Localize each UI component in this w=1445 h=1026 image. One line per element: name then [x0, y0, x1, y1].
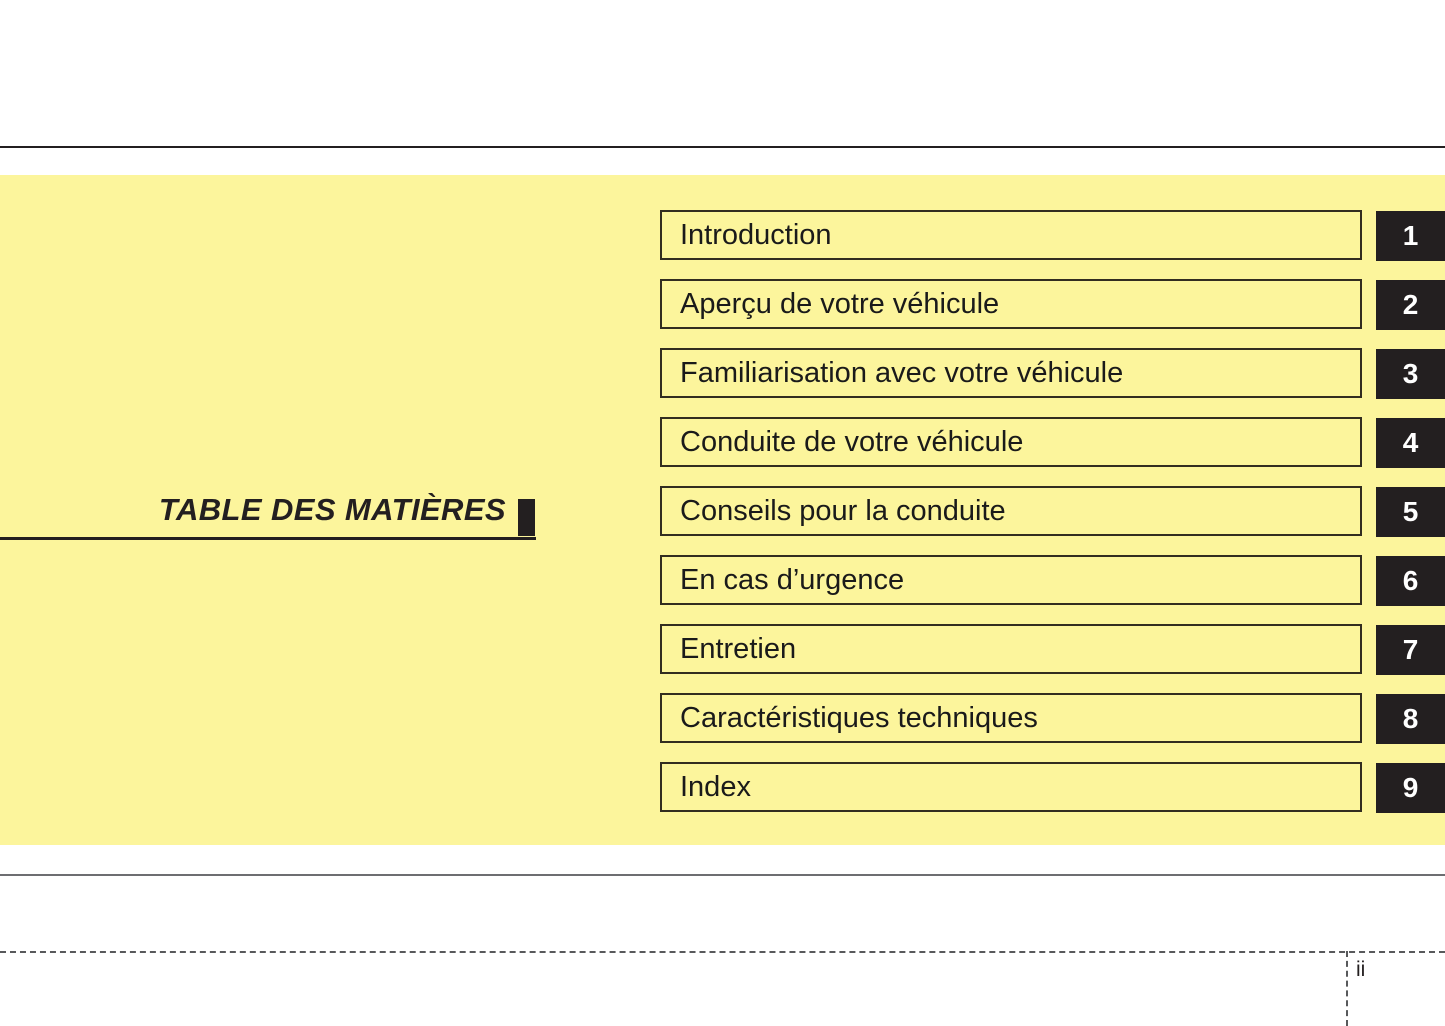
header-rule: [0, 146, 1445, 148]
toc-chapter-number: 2: [1402, 289, 1419, 320]
toc-row[interactable]: Familiarisation avec votre véhicule 3: [0, 348, 1445, 399]
manual-toc-page: TABLE DES MATIÈRES Introduction 1 Aperçu…: [0, 0, 1445, 1026]
table-of-contents: Introduction 1 Aperçu de votre véhicule …: [0, 210, 1445, 831]
toc-chapter-tab-8[interactable]: 8: [1376, 694, 1445, 744]
toc-entry-label: En cas d’urgence: [680, 564, 905, 596]
toc-chapter-number: 8: [1402, 703, 1419, 734]
toc-chapter-number: 3: [1402, 358, 1419, 389]
page-number: ii: [1356, 958, 1366, 981]
toc-entry-conduite-de-votre-vehicule[interactable]: Conduite de votre véhicule: [660, 417, 1362, 467]
toc-entry-label: Entretien: [680, 633, 797, 665]
toc-chapter-tab-7[interactable]: 7: [1376, 625, 1445, 675]
crop-mark-vertical: [1346, 951, 1348, 1026]
toc-chapter-number: 7: [1402, 634, 1419, 665]
toc-entry-label: Index: [680, 771, 751, 803]
toc-chapter-tab-5[interactable]: 5: [1376, 487, 1445, 537]
toc-entry-label: Caractéristiques techniques: [680, 702, 1038, 734]
toc-entry-conseils-pour-la-conduite[interactable]: Conseils pour la conduite: [660, 486, 1362, 536]
toc-entry-label: Introduction: [680, 219, 832, 251]
toc-chapter-tab-2[interactable]: 2: [1376, 280, 1445, 330]
toc-entry-label: Conseils pour la conduite: [680, 495, 1006, 527]
toc-row[interactable]: En cas d’urgence 6: [0, 555, 1445, 606]
toc-entry-label: Aperçu de votre véhicule: [680, 288, 1000, 320]
toc-entry-caracteristiques-techniques[interactable]: Caractéristiques techniques: [660, 693, 1362, 743]
toc-chapter-tab-6[interactable]: 6: [1376, 556, 1445, 606]
toc-chapter-number: 4: [1402, 427, 1419, 458]
toc-row[interactable]: Index 9: [0, 762, 1445, 813]
toc-row[interactable]: Conduite de votre véhicule 4: [0, 417, 1445, 468]
toc-entry-label: Familiarisation avec votre véhicule: [680, 357, 1124, 389]
toc-chapter-tab-1[interactable]: 1: [1376, 211, 1445, 261]
toc-entry-index[interactable]: Index: [660, 762, 1362, 812]
toc-chapter-tab-9[interactable]: 9: [1376, 763, 1445, 813]
toc-row[interactable]: Caractéristiques techniques 8: [0, 693, 1445, 744]
crop-mark-horizontal: [0, 951, 1445, 953]
toc-chapter-tab-3[interactable]: 3: [1376, 349, 1445, 399]
toc-row[interactable]: Aperçu de votre véhicule 2: [0, 279, 1445, 330]
toc-chapter-number: 1: [1402, 220, 1419, 251]
toc-entry-introduction[interactable]: Introduction: [660, 210, 1362, 260]
toc-chapter-number: 9: [1402, 772, 1419, 803]
toc-row[interactable]: Conseils pour la conduite 5: [0, 486, 1445, 537]
footer-rule: [0, 874, 1445, 876]
toc-chapter-tab-4[interactable]: 4: [1376, 418, 1445, 468]
toc-entry-en-cas-durgence[interactable]: En cas d’urgence: [660, 555, 1362, 605]
toc-entry-familiarisation-avec-votre-vehicule[interactable]: Familiarisation avec votre véhicule: [660, 348, 1362, 398]
toc-chapter-number: 6: [1402, 565, 1419, 596]
toc-chapter-number: 5: [1402, 496, 1419, 527]
toc-entry-label: Conduite de votre véhicule: [680, 426, 1024, 458]
toc-row[interactable]: Entretien 7: [0, 624, 1445, 675]
toc-entry-apercu-de-votre-vehicule[interactable]: Aperçu de votre véhicule: [660, 279, 1362, 329]
toc-row[interactable]: Introduction 1: [0, 210, 1445, 261]
toc-entry-entretien[interactable]: Entretien: [660, 624, 1362, 674]
